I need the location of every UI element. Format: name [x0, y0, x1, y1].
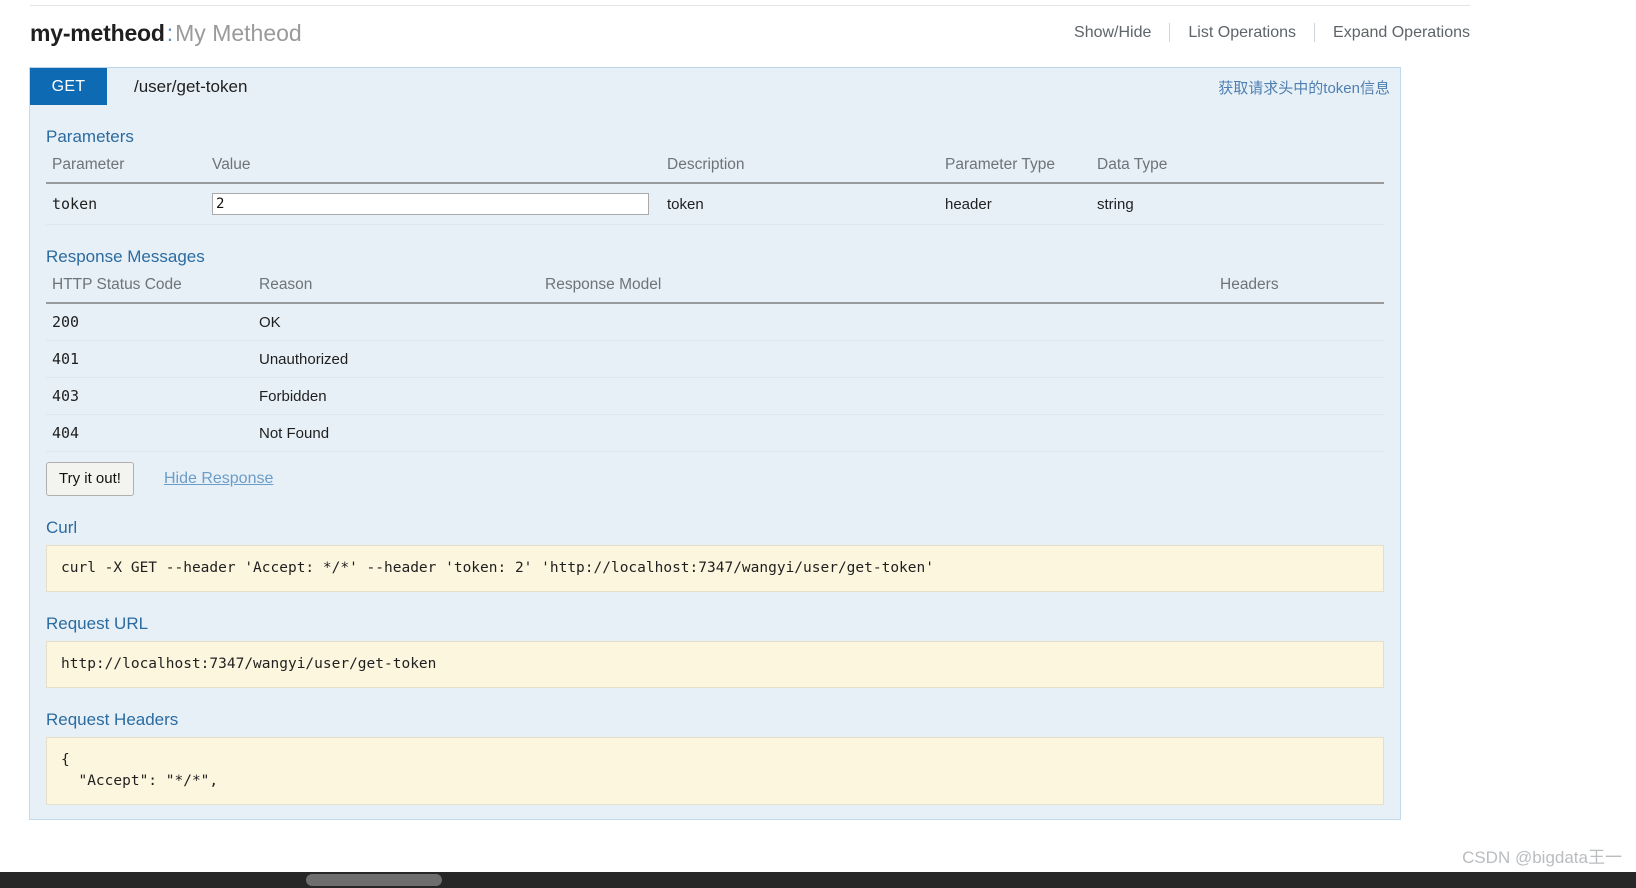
- parameters-table: Parameter Value Description Parameter Ty…: [46, 154, 1384, 225]
- response-model: [539, 414, 1214, 452]
- response-headers: [1214, 377, 1384, 415]
- table-row: 403 Forbidden: [46, 377, 1384, 415]
- response-reason: OK: [253, 303, 539, 341]
- request-headers-value: { "Accept": "*/*",: [46, 737, 1384, 805]
- response-code: 404: [46, 414, 253, 452]
- col-header-value: Value: [206, 154, 661, 184]
- response-reason: Unauthorized: [253, 340, 539, 378]
- table-row: 401 Unauthorized: [46, 340, 1384, 378]
- parameter-name: token: [46, 183, 206, 225]
- page-left-gutter: [0, 0, 29, 872]
- response-model: [539, 303, 1214, 341]
- col-header-data-type: Data Type: [1091, 154, 1384, 184]
- col-header-headers: Headers: [1214, 274, 1384, 304]
- expand-operations-link[interactable]: Expand Operations: [1315, 24, 1470, 42]
- col-header-reason: Reason: [253, 274, 539, 304]
- resource-name: my-metheod: [30, 20, 165, 46]
- resource-options: Show/Hide List Operations Expand Operati…: [1074, 23, 1470, 42]
- response-headers: [1214, 414, 1384, 452]
- col-header-response-model: Response Model: [539, 274, 1214, 304]
- curl-command: curl -X GET --header 'Accept: */*' --hea…: [46, 545, 1384, 592]
- response-code: 403: [46, 377, 253, 415]
- horizontal-scrollbar[interactable]: [0, 872, 1636, 888]
- operation-summary[interactable]: 获取请求头中的token信息: [1218, 77, 1390, 98]
- response-model: [539, 377, 1214, 415]
- resource-header: my-metheod:My Metheod Show/Hide List Ope…: [30, 18, 1470, 60]
- http-method-badge: GET: [30, 68, 107, 105]
- request-url-title: Request URL: [46, 614, 149, 633]
- resource-title-separator: :: [166, 20, 174, 46]
- col-header-parameter: Parameter: [46, 154, 206, 184]
- response-code: 200: [46, 303, 253, 341]
- top-divider: [30, 5, 1470, 6]
- response-model: [539, 340, 1214, 378]
- response-reason: Not Found: [253, 414, 539, 452]
- operation-body: Parameters Parameter Value Description P…: [30, 127, 1400, 819]
- operation-panel: GET /user/get-token 获取请求头中的token信息 Param…: [29, 67, 1401, 820]
- resource-description: My Metheod: [175, 20, 302, 46]
- table-row: 404 Not Found: [46, 414, 1384, 452]
- table-row: token token header string: [46, 183, 1384, 225]
- parameters-title: Parameters: [46, 127, 134, 146]
- response-headers: [1214, 303, 1384, 341]
- list-operations-link[interactable]: List Operations: [1170, 24, 1314, 42]
- parameters-header-row: Parameter Value Description Parameter Ty…: [46, 154, 1384, 184]
- request-url-value: http://localhost:7347/wangyi/user/get-to…: [46, 641, 1384, 688]
- show-hide-link[interactable]: Show/Hide: [1074, 24, 1169, 42]
- try-it-out-row: Try it out! Hide Response: [46, 462, 1384, 496]
- response-reason: Forbidden: [253, 377, 539, 415]
- operation-header[interactable]: GET /user/get-token 获取请求头中的token信息: [30, 68, 1400, 105]
- table-row: 200 OK: [46, 303, 1384, 341]
- horizontal-scrollbar-thumb[interactable]: [306, 874, 442, 886]
- col-header-description: Description: [661, 154, 939, 184]
- response-messages-table: HTTP Status Code Reason Response Model H…: [46, 274, 1384, 452]
- token-input[interactable]: [212, 193, 649, 215]
- response-messages-header-row: HTTP Status Code Reason Response Model H…: [46, 274, 1384, 304]
- parameter-description: token: [661, 183, 939, 225]
- response-messages-title: Response Messages: [46, 247, 205, 266]
- parameter-data-type: string: [1091, 183, 1384, 225]
- try-it-out-button[interactable]: Try it out!: [46, 462, 134, 496]
- operation-path[interactable]: /user/get-token: [134, 77, 247, 97]
- watermark: CSDN @bigdata王一: [1462, 848, 1622, 867]
- parameter-type: header: [939, 183, 1091, 225]
- swagger-ui-page: my-metheod:My Metheod Show/Hide List Ope…: [0, 0, 1636, 888]
- curl-title: Curl: [46, 518, 78, 537]
- hide-response-link[interactable]: Hide Response: [164, 470, 273, 488]
- parameter-value-cell: [206, 183, 661, 225]
- request-headers-title: Request Headers: [46, 710, 179, 729]
- response-code: 401: [46, 340, 253, 378]
- col-header-parameter-type: Parameter Type: [939, 154, 1091, 184]
- page-title: my-metheod:My Metheod: [30, 18, 302, 48]
- col-header-http-status-code: HTTP Status Code: [46, 274, 253, 304]
- response-headers: [1214, 340, 1384, 378]
